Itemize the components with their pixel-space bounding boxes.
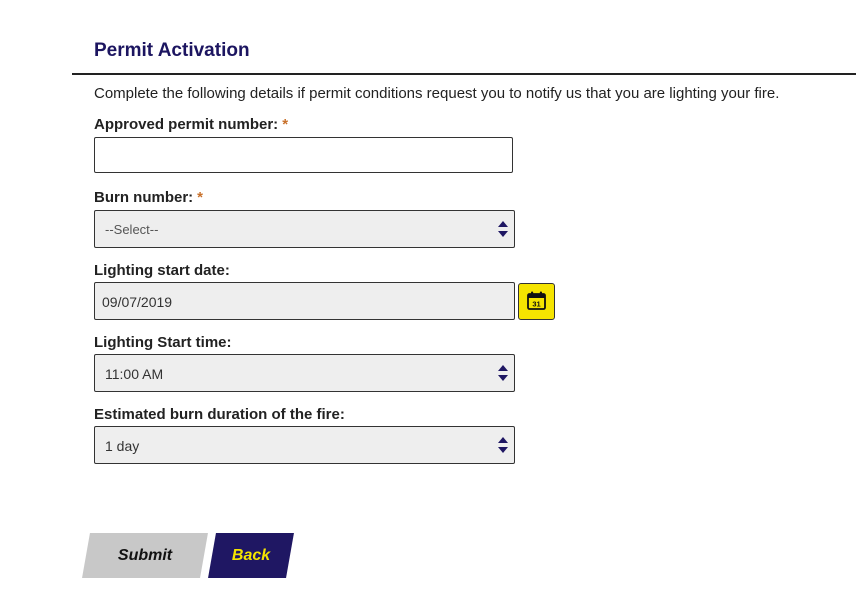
- burn-number-select[interactable]: --Select--: [94, 210, 515, 248]
- calendar-button[interactable]: 31: [518, 283, 555, 320]
- lighting-start-time-value: 11:00 AM: [105, 366, 164, 382]
- calendar-icon: 31: [527, 291, 546, 310]
- burn-number-selected-value: --Select--: [105, 222, 159, 237]
- required-asterisk: *: [282, 116, 289, 133]
- burn-duration-select[interactable]: 1 day: [94, 426, 515, 464]
- submit-button-label: Submit: [117, 546, 173, 564]
- intro-text: Complete the following details if permit…: [94, 85, 780, 102]
- lighting-start-date-value: 09/07/2019: [102, 294, 173, 310]
- lighting-start-date-input[interactable]: 09/07/2019: [94, 282, 515, 320]
- permit-number-label-text: Approved permit number:: [94, 116, 279, 133]
- submit-button[interactable]: Submit: [82, 533, 208, 578]
- lighting-start-time-label: Lighting Start time:: [94, 334, 232, 351]
- lighting-start-date-label: Lighting start date:: [94, 262, 230, 279]
- calendar-day-text: 31: [532, 300, 540, 309]
- permit-number-label: Approved permit number: *: [94, 116, 288, 133]
- title-divider: [72, 73, 856, 75]
- select-arrows-icon: [498, 221, 508, 237]
- page-title: Permit Activation: [94, 40, 250, 61]
- burn-number-label-text: Burn number:: [94, 189, 194, 206]
- required-asterisk: *: [197, 189, 204, 206]
- back-button[interactable]: Back: [208, 533, 294, 578]
- lighting-start-time-select[interactable]: 11:00 AM: [94, 354, 515, 392]
- back-button-label: Back: [231, 546, 271, 564]
- permit-number-input[interactable]: [94, 137, 513, 173]
- permit-activation-page: Permit Activation Complete the following…: [0, 0, 856, 609]
- select-arrows-icon: [498, 437, 508, 453]
- burn-duration-label: Estimated burn duration of the fire:: [94, 406, 345, 423]
- select-arrows-icon: [498, 365, 508, 381]
- burn-number-label: Burn number: *: [94, 189, 203, 206]
- burn-duration-value: 1 day: [105, 438, 140, 454]
